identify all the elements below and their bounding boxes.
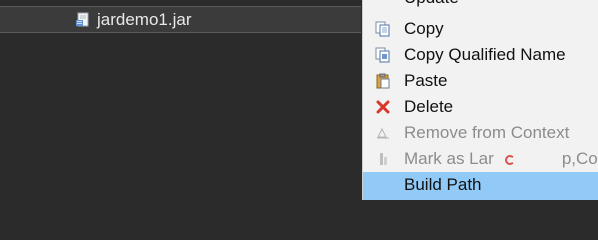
tree-item-jardemo1-jar[interactable]: jardemo1.jar — [0, 6, 361, 33]
menu-item-delete[interactable]: Delete — [363, 94, 598, 120]
menu-item-remove-from-context[interactable]: Remove from Context — [363, 120, 598, 146]
menu-item-partial-top[interactable]: Update — [363, 0, 598, 8]
copy-icon — [375, 21, 391, 37]
menu-item-label: Delete — [404, 97, 454, 116]
menu-item-label: Paste — [404, 71, 448, 90]
paste-icon — [375, 73, 391, 89]
menu-item-partial-label: Update — [404, 0, 459, 8]
menu-item-mark-as[interactable]: Mark as Lar p,Cor — [363, 146, 598, 172]
tree-item-label: jardemo1.jar — [97, 10, 192, 29]
menu-item-label: Copy Qualified Name — [404, 45, 566, 64]
jar-file-icon — [76, 12, 90, 27]
delete-icon — [375, 99, 391, 115]
menu-item-copy[interactable]: Copy — [363, 16, 598, 42]
menu-item-label: Build Path — [404, 175, 482, 194]
menu-item-label: Mark as Lar p,Cor — [404, 149, 598, 168]
menu-item-copy-qualified-name[interactable]: Copy Qualified Name — [363, 42, 598, 68]
mark-icon — [375, 151, 391, 167]
tooltip-overlay-fragment — [503, 149, 533, 169]
menu-item-label: Copy — [404, 19, 444, 38]
menu-item-paste[interactable]: Paste — [363, 68, 598, 94]
package-explorer: jardemo1.jar — [0, 0, 361, 200]
copy-qualified-name-icon — [375, 47, 391, 63]
overlay-mark-icon — [505, 155, 515, 165]
context-menu: Update Copy Copy Qualified Name — [362, 0, 598, 200]
remove-from-context-icon — [375, 125, 391, 141]
menu-item-label: Remove from Context — [404, 123, 570, 142]
menu-item-build-path[interactable]: Build Path — [363, 172, 598, 200]
